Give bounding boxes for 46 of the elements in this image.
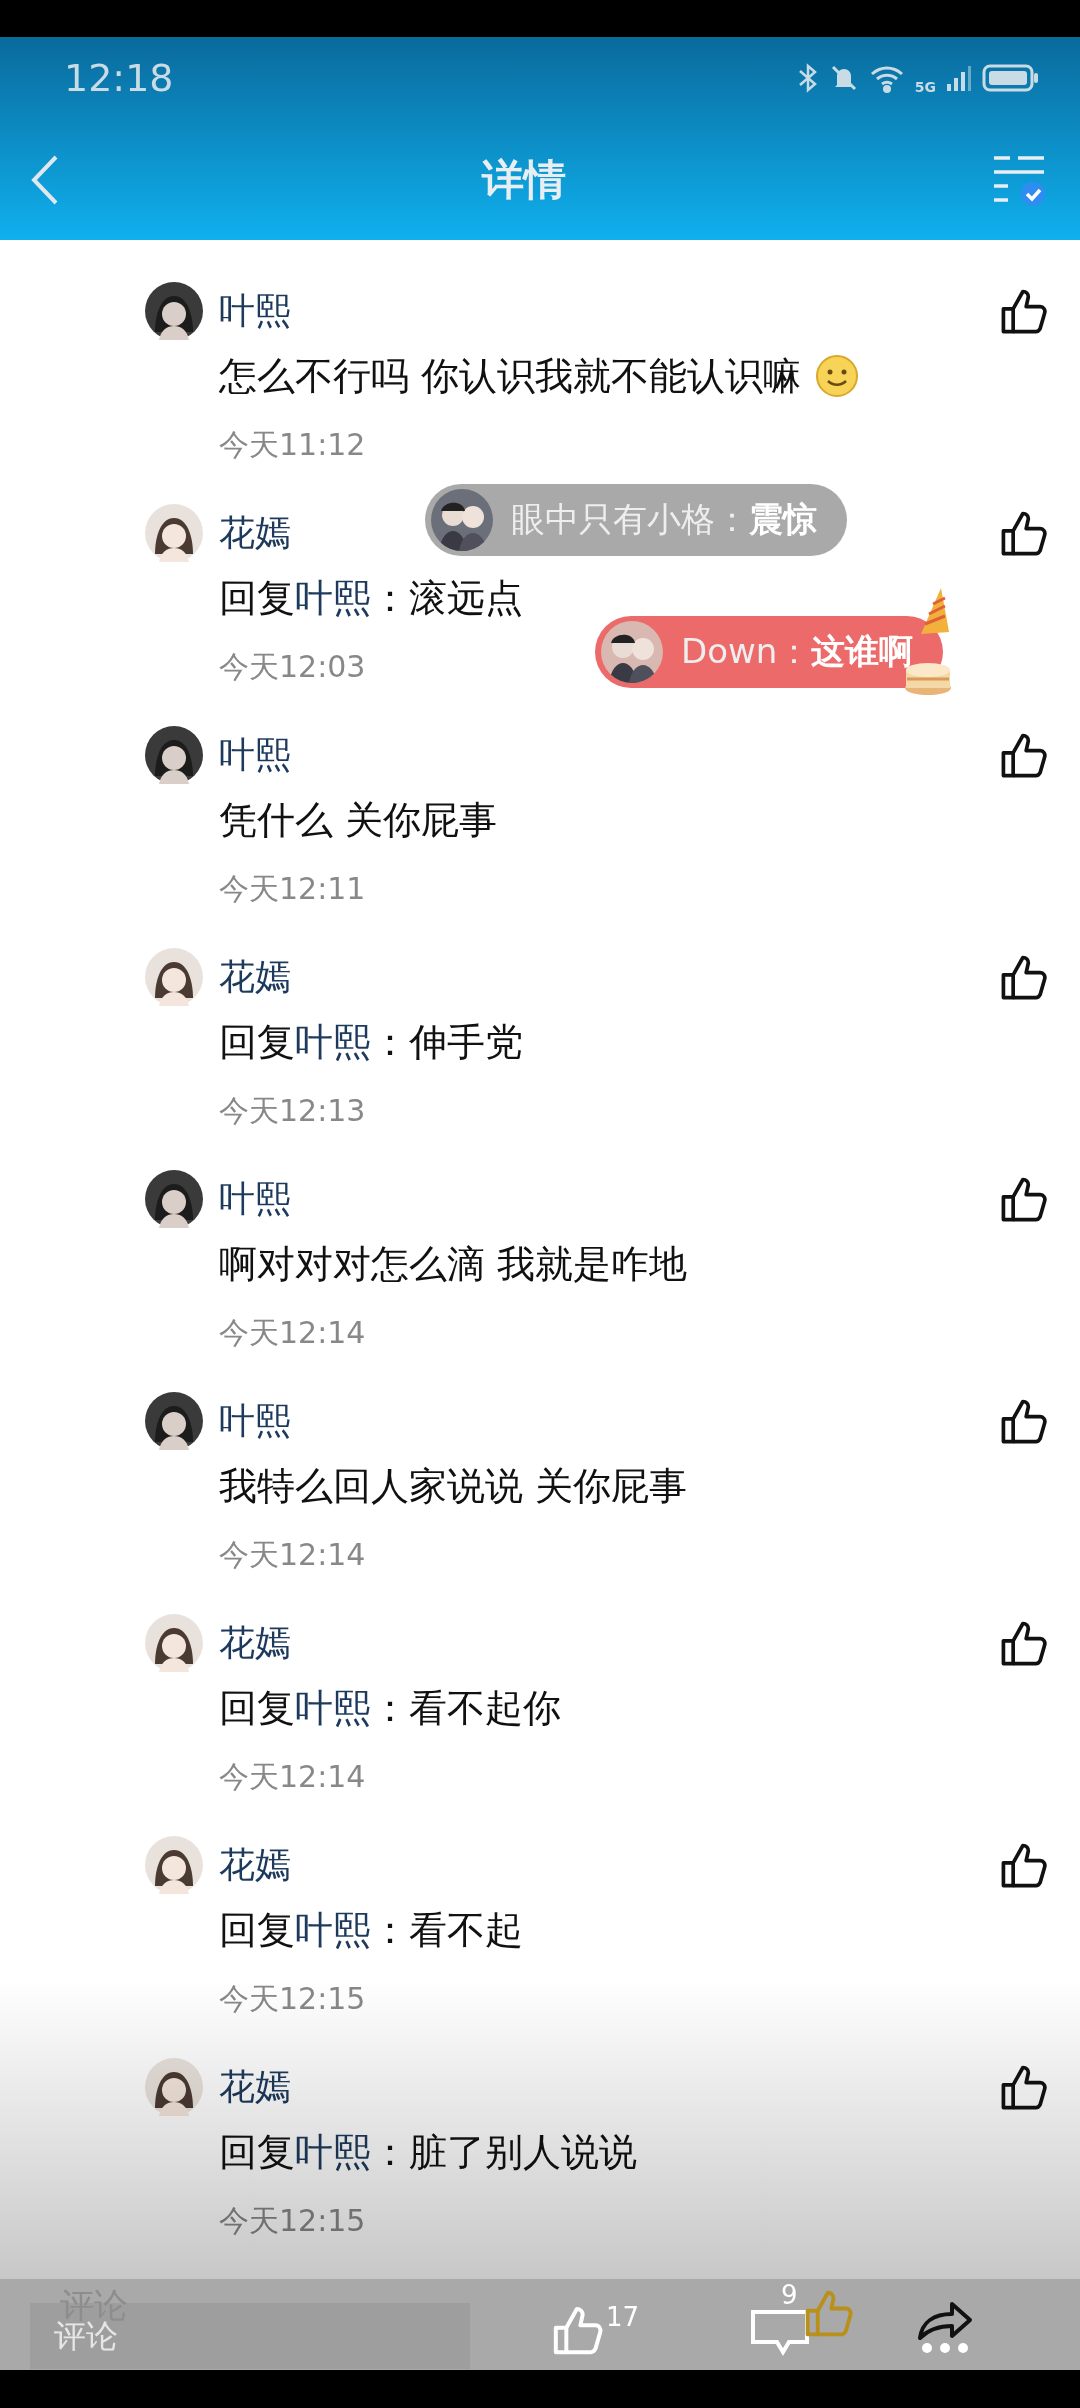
like-count: 17 [606,2301,640,2332]
avatar[interactable] [145,2058,203,2116]
username[interactable]: 花嫣 [219,1835,291,1895]
comment-count: 9 [781,2279,798,2310]
comment-time: 今天11:12 [219,426,366,464]
username[interactable]: 叶熙 [219,725,291,785]
comment-text: 回复叶熙：伸手党 [219,1019,523,1066]
bullet-comment-text: Down：这谁啊 [681,630,914,673]
comment-text: 回复叶熙：看不起你 [219,1685,561,1732]
signal-icon [946,64,972,92]
avatar[interactable] [145,504,203,562]
network-label: 5G [914,79,936,95]
comment-text: 回复叶熙：看不起 [219,1907,523,1954]
comment-time: 今天12:11 [219,870,366,908]
comment-time: 今天12:15 [219,1980,366,2018]
avatar[interactable] [145,1614,203,1672]
bullet-comment-text: 眼中只有小格：震惊 [511,498,817,541]
avatar[interactable] [145,948,203,1006]
battery-icon [982,63,1040,93]
comment-time: 今天12:14 [219,1758,366,1796]
username[interactable]: 花嫣 [219,947,291,1007]
back-icon[interactable] [30,153,60,206]
status-time: 12:18 [64,56,174,100]
username[interactable]: 叶熙 [219,1169,291,1229]
comment-time: 今天12:14 [219,1314,366,1352]
username[interactable]: 花嫣 [219,2057,291,2117]
avatar[interactable] [145,282,203,340]
avatar[interactable] [145,726,203,784]
avatar[interactable] [145,1836,203,1894]
comment-time: 今天12:14 [219,1536,366,1574]
username[interactable]: 花嫣 [219,1613,291,1673]
comment-time: 今天12:15 [219,2202,366,2240]
comment-text: 凭什么 关你屁事 [219,797,498,844]
comment-text: 回复叶熙：脏了别人说说 [219,2129,637,2176]
comment-time: 今天12:03 [219,648,366,686]
avatar[interactable] [145,1392,203,1450]
username[interactable]: 叶熙 [219,1391,291,1451]
username[interactable]: 叶熙 [219,281,291,341]
username[interactable]: 花嫣 [219,503,291,563]
comment-text: 啊对对对怎么滴 我就是咋地 [219,1241,688,1288]
avatar[interactable] [145,1170,203,1228]
comment-time: 今天12:13 [219,1092,366,1130]
comment-text: 我特么回人家说说 关你屁事 [219,1463,688,1510]
page-title: 详情 [482,153,566,206]
comment-text: 怎么不行吗 你认识我就不能认识嘛 [219,353,802,400]
comment-text: 回复叶熙：滚远点 [219,575,523,622]
